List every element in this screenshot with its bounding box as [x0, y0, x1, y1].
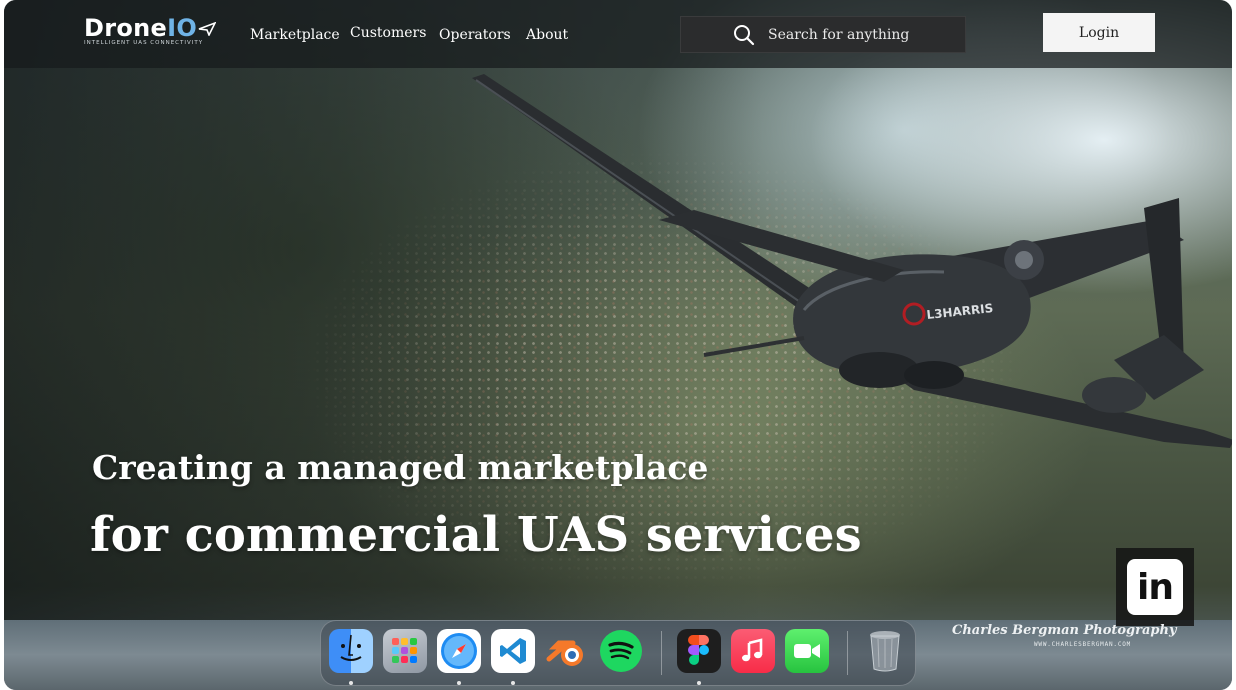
nav-link-about[interactable]: About — [526, 27, 568, 43]
running-indicator — [349, 681, 353, 685]
linkedin-icon: in — [1127, 559, 1183, 615]
macos-dock — [320, 620, 916, 686]
nav-link-customers[interactable]: Customers — [350, 25, 426, 41]
hero-heading-line2: for commercial UAS services — [90, 507, 862, 563]
logo-text-main: Drone — [84, 14, 168, 42]
vscode-icon[interactable] — [491, 629, 535, 673]
trash-icon[interactable] — [863, 629, 907, 673]
safari-icon[interactable] — [437, 629, 481, 673]
top-navbar: DroneIO INTELLIGENT UAS CONNECTIVITY Mar… — [4, 0, 1232, 68]
logo-text-accent: IO — [167, 14, 198, 42]
drone-image: L3HARRIS — [472, 74, 1232, 448]
photo-credit: Charles Bergman Photography — [952, 623, 1177, 638]
logo-tagline: INTELLIGENT UAS CONNECTIVITY — [84, 40, 204, 46]
login-button[interactable]: Login — [1043, 13, 1155, 52]
browser-frame: L3HARRIS DroneIO INTELLIGENT UAS CONNECT… — [4, 0, 1232, 690]
facetime-icon[interactable] — [785, 629, 829, 673]
music-icon[interactable] — [731, 629, 775, 673]
nav-link-marketplace[interactable]: Marketplace — [250, 27, 340, 43]
spotify-icon[interactable] — [599, 629, 643, 673]
linkedin-link[interactable]: in — [1116, 548, 1194, 626]
finder-icon[interactable] — [329, 629, 373, 673]
logo-arrow-icon — [198, 21, 217, 37]
blender-icon[interactable] — [545, 629, 589, 673]
launchpad-icon[interactable] — [383, 629, 427, 673]
dock-separator — [847, 631, 848, 675]
running-indicator — [511, 681, 515, 685]
running-indicator — [457, 681, 461, 685]
nav-link-operators[interactable]: Operators — [439, 27, 511, 43]
droneio-logo[interactable]: DroneIO INTELLIGENT UAS CONNECTIVITY — [84, 14, 217, 46]
search-bar[interactable]: Search for anything — [680, 16, 966, 53]
photo-credit-url: WWW.CHARLESBERGMAN.COM — [1034, 641, 1132, 648]
dock-separator — [661, 631, 662, 675]
figma-icon[interactable] — [677, 629, 721, 673]
search-input[interactable]: Search for anything — [768, 27, 909, 43]
running-indicator — [697, 681, 701, 685]
hero-heading-line1: Creating a managed marketplace — [92, 448, 709, 487]
search-icon — [734, 25, 755, 46]
